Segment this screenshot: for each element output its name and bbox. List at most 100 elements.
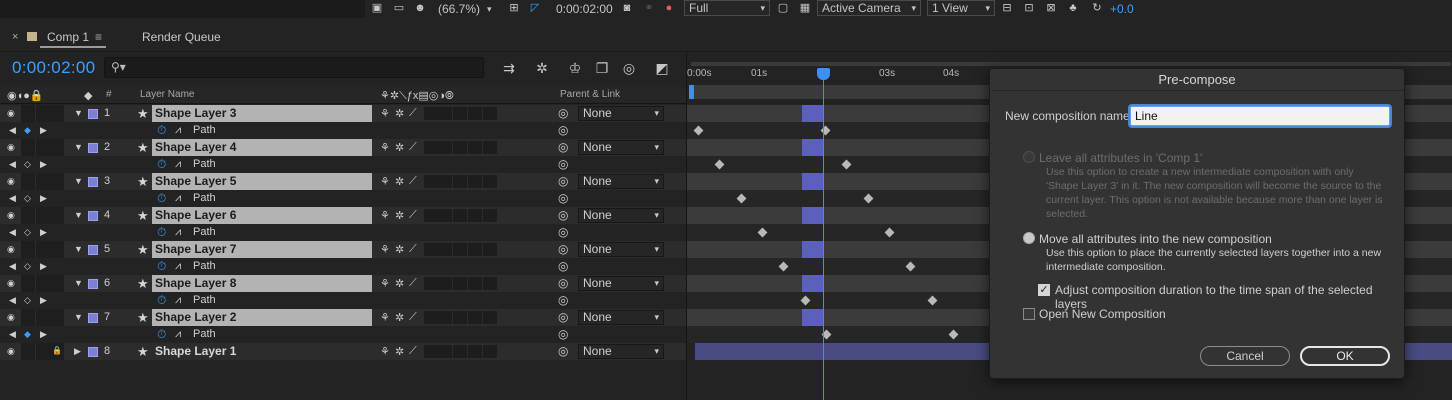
av-switch-cell[interactable] <box>21 173 35 190</box>
keyframe[interactable] <box>736 193 747 204</box>
visibility-icon[interactable]: ◉ <box>7 108 15 119</box>
shy-switch-icon[interactable]: ⚘ <box>380 277 390 290</box>
label-color-swatch[interactable] <box>88 143 98 153</box>
graph-icon[interactable]: ⩘ <box>175 226 181 239</box>
shy-switch-icon[interactable]: ⚘ <box>380 107 390 120</box>
viewer-timecode[interactable]: 0:00:02:00 <box>556 0 613 18</box>
move-attributes-radio[interactable] <box>1023 232 1035 244</box>
expression-pick-whip-icon[interactable]: ◎ <box>558 293 568 307</box>
prev-keyframe-icon[interactable]: ◀ <box>9 227 16 238</box>
stopwatch-icon[interactable]: ⏱ <box>157 327 166 342</box>
keyframe[interactable] <box>884 227 895 238</box>
keyframe[interactable] <box>841 159 852 170</box>
next-keyframe-icon[interactable]: ▶ <box>40 193 47 204</box>
pick-whip-icon[interactable]: ◎ <box>558 242 568 256</box>
expression-pick-whip-icon[interactable]: ◎ <box>558 225 568 239</box>
keyframe[interactable] <box>693 125 704 136</box>
switch-cell[interactable] <box>483 107 497 120</box>
camera-select[interactable]: Active Camera ▾ <box>817 0 921 16</box>
switch-cell[interactable] <box>453 311 467 324</box>
switch-cell[interactable] <box>468 107 482 120</box>
collapse-switch-icon[interactable]: ✲ <box>395 107 404 120</box>
stopwatch-icon[interactable]: ⏱ <box>157 191 166 206</box>
pick-whip-icon[interactable]: ◎ <box>558 310 568 324</box>
stopwatch-icon[interactable]: ⏱ <box>157 123 166 138</box>
quality-switch-icon[interactable]: ⟋ <box>409 209 417 222</box>
av-switch-cell[interactable] <box>50 309 64 326</box>
shy-switch-icon[interactable]: ⚘ <box>380 243 390 256</box>
keyframe[interactable] <box>714 159 725 170</box>
av-switch-cell[interactable] <box>36 275 50 292</box>
quality-switch-icon[interactable]: ⟋ <box>409 311 417 324</box>
switch-cell[interactable] <box>453 277 467 290</box>
layer-row[interactable]: ◉ ▼ 5 ★ Shape Layer 7 ⚘ ✲ ⟋ ◎ None ▾ <box>0 241 686 258</box>
switch-cell[interactable] <box>424 209 438 222</box>
prev-keyframe-icon[interactable]: ◀ <box>9 125 16 136</box>
stopwatch-icon[interactable]: ⏱ <box>157 225 166 240</box>
switch-cell[interactable] <box>483 277 497 290</box>
collapse-switch-icon[interactable]: ✲ <box>395 311 404 324</box>
av-switch-cell[interactable] <box>21 275 35 292</box>
resolution-select[interactable]: Full ▾ <box>684 0 770 16</box>
close-tab-icon[interactable]: × <box>12 28 18 46</box>
layer-search-input[interactable]: ⚲▾ <box>104 57 484 78</box>
shy-switch-icon[interactable]: ⚘ <box>380 345 390 358</box>
comp-mini-flowchart-icon[interactable]: ⇉ <box>500 59 518 77</box>
quality-switch-icon[interactable]: ⟋ <box>409 345 417 358</box>
av-switch-cell[interactable] <box>21 139 35 156</box>
composition-name-input[interactable]: Line <box>1130 106 1390 126</box>
property-row[interactable]: ◀ ◆ ▶ ⏱ ⩘ Path ◎ <box>0 326 686 343</box>
lock-icon[interactable]: 🔒 <box>52 346 62 355</box>
layer-row[interactable]: ◉ ▼ 4 ★ Shape Layer 6 ⚘ ✲ ⟋ ◎ None ▾ <box>0 207 686 224</box>
add-keyframe-icon[interactable]: ◇ <box>24 159 31 170</box>
av-switch-cell[interactable] <box>36 207 50 224</box>
shy-layers-icon[interactable]: ♔ <box>566 59 584 77</box>
av-switch-cell[interactable] <box>36 343 50 360</box>
av-switch-cell[interactable] <box>21 207 35 224</box>
label-color-swatch[interactable] <box>88 245 98 255</box>
collapse-icon[interactable]: ▼ <box>74 210 83 220</box>
graph-icon[interactable]: ⩘ <box>175 158 181 171</box>
switch-cell[interactable] <box>468 175 482 188</box>
switch-cell[interactable] <box>424 243 438 256</box>
shy-switch-icon[interactable]: ⚘ <box>380 209 390 222</box>
collapse-icon[interactable]: ▼ <box>74 278 83 288</box>
camera-snapshot-icon[interactable]: ◙ <box>620 2 634 15</box>
expand-icon[interactable]: ▶ <box>74 346 81 357</box>
quality-switch-icon[interactable]: ⟋ <box>409 107 417 120</box>
switch-cell[interactable] <box>453 175 467 188</box>
zoom-dropdown-icon[interactable]: ▾ <box>487 0 492 18</box>
add-keyframe-icon[interactable]: ◆ <box>24 125 31 136</box>
label-color-swatch[interactable] <box>88 177 98 187</box>
av-switch-cell[interactable] <box>50 105 64 122</box>
motion-blur-icon[interactable]: ◎ <box>620 59 638 77</box>
layer-row[interactable]: ◉ ▼ 7 ★ Shape Layer 2 ⚘ ✲ ⟋ ◎ None ▾ <box>0 309 686 326</box>
parent-select[interactable]: None ▾ <box>578 276 664 291</box>
keyframe[interactable] <box>757 227 768 238</box>
parent-select[interactable]: None ▾ <box>578 344 664 359</box>
keyframe[interactable] <box>948 329 959 340</box>
av-switch-cell[interactable] <box>50 241 64 258</box>
label-color-swatch[interactable] <box>88 313 98 323</box>
av-switch-cell[interactable] <box>50 207 64 224</box>
ok-button[interactable]: OK <box>1300 346 1390 366</box>
selected-span[interactable] <box>802 105 824 122</box>
switch-cell[interactable] <box>438 141 452 154</box>
switch-cell[interactable] <box>424 141 438 154</box>
next-keyframe-icon[interactable]: ▶ <box>40 125 47 136</box>
pixel-aspect-icon[interactable]: ⊟ <box>1000 2 1014 15</box>
render-icon[interactable]: ⊡ <box>1022 2 1036 15</box>
next-keyframe-icon[interactable]: ▶ <box>40 261 47 272</box>
av-switch-cell[interactable] <box>36 139 50 156</box>
add-keyframe-icon[interactable]: ◇ <box>24 261 31 272</box>
av-switch-cell[interactable] <box>36 105 50 122</box>
show-snapshot-icon[interactable]: ⚭ <box>642 2 656 15</box>
switch-cell[interactable] <box>438 243 452 256</box>
collapse-icon[interactable]: ▼ <box>74 108 83 118</box>
parent-link-header[interactable]: Parent & Link <box>560 89 620 100</box>
frame-blending-icon[interactable]: ❐ <box>593 59 611 77</box>
graph-icon[interactable]: ⩘ <box>175 260 181 273</box>
parent-select[interactable]: None ▾ <box>578 208 664 223</box>
expression-pick-whip-icon[interactable]: ◎ <box>558 327 568 341</box>
fast-preview-icon[interactable]: ▢ <box>776 2 790 15</box>
